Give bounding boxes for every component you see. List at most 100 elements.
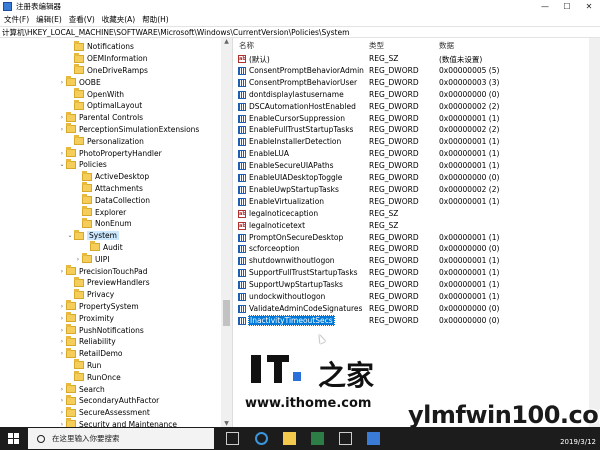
registry-value-row[interactable]: EnableInstallerDetection REG_DWORD 0x00000… bbox=[234, 136, 600, 148]
value-name: EnableCursorSuppression bbox=[249, 113, 346, 123]
tree-item-search[interactable]: › Search bbox=[58, 383, 105, 395]
registry-value-row[interactable]: undockwithoutlogon REG_DWORD 0x00000001 (1… bbox=[234, 291, 600, 303]
expand-chevron-icon[interactable]: › bbox=[58, 338, 66, 345]
tree-scrollbar[interactable]: ▲ ▼ bbox=[221, 38, 232, 427]
expand-chevron-icon[interactable]: ⌄ bbox=[66, 232, 74, 239]
file-explorer-icon[interactable] bbox=[283, 432, 296, 445]
menu-edit[interactable]: 编辑(E) bbox=[36, 14, 62, 25]
tree-item-runonce[interactable]: RunOnce bbox=[66, 371, 121, 383]
registry-value-row[interactable]: PromptOnSecureDesktop REG_DWORD 0x00000001… bbox=[234, 232, 600, 244]
tree-item-oeminformation[interactable]: OEMInformation bbox=[66, 52, 148, 65]
tree-item-previewhandlers[interactable]: PreviewHandlers bbox=[66, 276, 150, 289]
start-button[interactable] bbox=[8, 433, 19, 444]
tree-item-security-and-maintenance[interactable]: › Security and Maintenance bbox=[58, 418, 177, 427]
menu-favorites[interactable]: 收藏夹(A) bbox=[102, 14, 135, 25]
value-data: 0x00000003 (3) bbox=[439, 77, 500, 87]
close-button[interactable]: ✕ bbox=[578, 0, 600, 13]
registry-value-row[interactable]: ab legalnoticecaption REG_SZ bbox=[234, 208, 600, 220]
registry-value-row[interactable]: SupportFullTrustStartupTasks REG_DWORD 0x0… bbox=[234, 267, 600, 279]
expand-chevron-icon[interactable]: ⌄ bbox=[58, 161, 66, 168]
address-bar[interactable]: 计算机\HKEY_LOCAL_MACHINE\SOFTWARE\Microsof… bbox=[0, 26, 600, 38]
registry-value-row[interactable]: ab (默认) REG_SZ (数值未设置) bbox=[234, 53, 600, 65]
tree-item-oobe[interactable]: › OOBE bbox=[58, 76, 101, 88]
tree-item-reliability[interactable]: › Reliability bbox=[58, 335, 116, 348]
registry-value-row[interactable]: EnableCursorSuppression REG_DWORD 0x000000… bbox=[234, 113, 600, 125]
expand-chevron-icon[interactable]: › bbox=[58, 327, 66, 334]
expand-chevron-icon[interactable]: › bbox=[58, 150, 66, 157]
tree-item-attachments[interactable]: Attachments bbox=[74, 182, 143, 195]
registry-value-row[interactable]: EnableFullTrustStartupTasks REG_DWORD 0x00… bbox=[234, 124, 600, 136]
tree-item-notifications[interactable]: Notifications bbox=[66, 40, 134, 53]
tray-clock[interactable]: 2019/3/12 bbox=[560, 430, 596, 446]
store-icon[interactable] bbox=[311, 432, 324, 445]
expand-chevron-icon[interactable]: › bbox=[58, 397, 66, 404]
value-name: (默认) bbox=[249, 55, 270, 64]
expand-chevron-icon[interactable]: › bbox=[58, 79, 66, 86]
expand-chevron-icon[interactable]: › bbox=[58, 114, 66, 121]
tree-item-openwith[interactable]: OpenWith bbox=[66, 88, 124, 100]
tree-item-secureassessment[interactable]: › SecureAssessment bbox=[58, 406, 150, 419]
tree-item-datacollection[interactable]: DataCollection bbox=[74, 194, 150, 206]
scroll-up-icon[interactable]: ▲ bbox=[221, 38, 232, 45]
registry-value-row[interactable]: EnableLUA REG_DWORD 0x00000001 (1) bbox=[234, 148, 600, 160]
task-view-icon[interactable] bbox=[226, 432, 239, 445]
registry-value-row[interactable]: EnableUwpStartupTasks REG_DWORD 0x00000002… bbox=[234, 184, 600, 196]
registry-value-row[interactable]: EnableSecureUIAPaths REG_DWORD 0x00000001 … bbox=[234, 160, 600, 172]
menu-help[interactable]: 帮助(H) bbox=[142, 14, 169, 25]
menu-file[interactable]: 文件(F) bbox=[4, 14, 29, 25]
tree-item-parental-controls[interactable]: › Parental Controls bbox=[58, 111, 143, 124]
tree-item-activedesktop[interactable]: ActiveDesktop bbox=[74, 170, 149, 183]
registry-value-row[interactable]: EnableUIADesktopToggle REG_DWORD 0x0000000… bbox=[234, 172, 600, 184]
expand-chevron-icon[interactable]: › bbox=[58, 350, 66, 357]
registry-value-row[interactable]: ab legalnoticetext REG_SZ bbox=[234, 220, 600, 232]
registry-value-row[interactable]: EnableVirtualization REG_DWORD 0x00000001 … bbox=[234, 196, 600, 208]
taskbar-search-box[interactable]: 在这里输入你要搜索 bbox=[28, 428, 214, 449]
tree-item-privacy[interactable]: Privacy bbox=[66, 288, 114, 301]
tree-item-optimallayout[interactable]: OptimalLayout bbox=[66, 99, 142, 112]
tree-item-precisiontouchpad[interactable]: › PrecisionTouchPad bbox=[58, 265, 148, 277]
registry-value-row[interactable]: DSCAutomationHostEnabled REG_DWORD 0x00000… bbox=[234, 101, 600, 113]
maximize-button[interactable]: ☐ bbox=[556, 0, 578, 13]
expand-chevron-icon[interactable]: › bbox=[58, 315, 66, 322]
tree-scroll-thumb[interactable] bbox=[223, 300, 230, 326]
registry-value-row[interactable]: InactivityTimeoutSecs REG_DWORD 0x00000000… bbox=[234, 314, 600, 327]
mail-icon[interactable] bbox=[339, 432, 352, 445]
tree-item-run[interactable]: Run bbox=[66, 359, 101, 372]
expand-chevron-icon[interactable]: › bbox=[58, 126, 66, 133]
scroll-down-icon[interactable]: ▼ bbox=[221, 420, 232, 427]
tree-item-explorer[interactable]: Explorer bbox=[74, 206, 126, 218]
tree-item-uipi[interactable]: › UIPI bbox=[74, 253, 109, 265]
tree-item-proximity[interactable]: › Proximity bbox=[58, 312, 114, 324]
menu-view[interactable]: 查看(V) bbox=[69, 14, 95, 25]
registry-value-row[interactable]: shutdownwithoutlogon REG_DWORD 0x00000001 … bbox=[234, 255, 600, 267]
registry-value-row[interactable]: ValidateAdminCodeSignatures REG_DWORD 0x00… bbox=[234, 303, 600, 315]
tree-item-secondaryauthfactor[interactable]: › SecondaryAuthFactor bbox=[58, 394, 159, 407]
registry-value-row[interactable]: ConsentPromptBehaviorUser REG_DWORD 0x0000… bbox=[234, 77, 600, 89]
tree-item-retaildemo[interactable]: › RetailDemo bbox=[58, 347, 122, 360]
tree-item-nonenum[interactable]: NonEnum bbox=[74, 217, 132, 230]
column-header-data[interactable]: 数据 bbox=[439, 40, 454, 51]
tree-item-propertysystem[interactable]: › PropertySystem bbox=[58, 300, 139, 313]
tree-item-photopropertyhandler[interactable]: › PhotoPropertyHandler bbox=[58, 147, 162, 159]
expand-chevron-icon[interactable]: › bbox=[74, 256, 82, 263]
registry-value-row[interactable]: ConsentPromptBehaviorAdmin REG_DWORD 0x000… bbox=[234, 65, 600, 77]
expand-chevron-icon[interactable]: › bbox=[58, 303, 66, 310]
column-header-name[interactable]: 名称 bbox=[239, 40, 254, 51]
regedit-taskbar-icon[interactable] bbox=[367, 432, 380, 445]
tree-item-onedriveramps[interactable]: OneDriveRamps bbox=[66, 64, 148, 77]
registry-value-row[interactable]: SupportUwpStartupTasks REG_DWORD 0x0000000… bbox=[234, 279, 600, 291]
tree-item-audit[interactable]: Audit bbox=[82, 241, 123, 254]
edge-browser-icon[interactable] bbox=[255, 432, 268, 445]
minimize-button[interactable]: — bbox=[534, 0, 556, 13]
registry-value-row[interactable]: scforceoption REG_DWORD 0x00000000 (0) bbox=[234, 243, 600, 255]
expand-chevron-icon[interactable]: › bbox=[58, 268, 66, 275]
tree-item-perceptionsimulationextensions[interactable]: › PerceptionSimulationExtensions bbox=[58, 123, 199, 136]
column-header-type[interactable]: 类型 bbox=[369, 40, 384, 51]
tree-item-system[interactable]: ⌄ System bbox=[66, 229, 119, 242]
tree-item-personalization[interactable]: Personalization bbox=[66, 135, 144, 147]
expand-chevron-icon[interactable]: › bbox=[58, 386, 66, 393]
expand-chevron-icon[interactable]: › bbox=[58, 409, 66, 416]
tree-item-pushnotifications[interactable]: › PushNotifications bbox=[58, 324, 144, 336]
tree-item-policies[interactable]: ⌄ Policies bbox=[58, 158, 107, 171]
registry-value-row[interactable]: dontdisplaylastusername REG_DWORD 0x000000… bbox=[234, 89, 600, 101]
